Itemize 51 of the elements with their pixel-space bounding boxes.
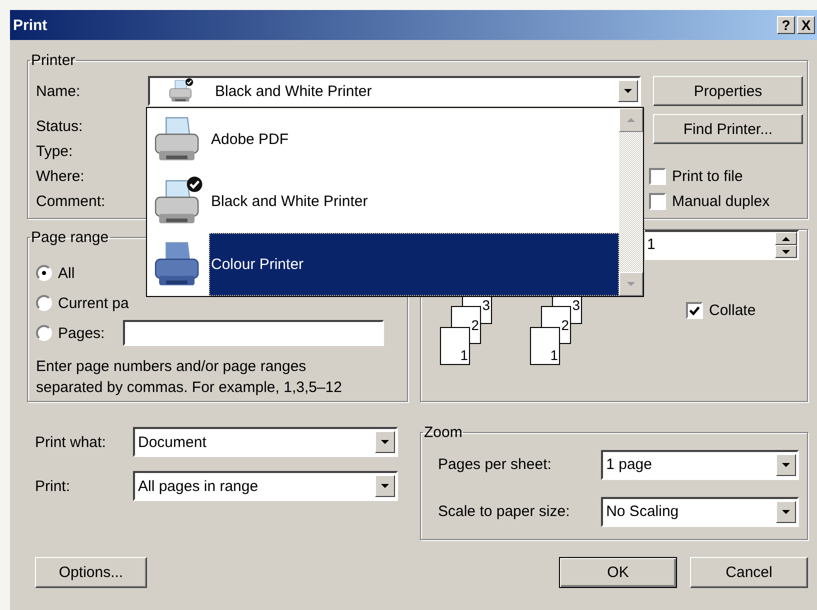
options-button[interactable]: Options... — [35, 557, 147, 588]
page-sheet: 1 — [530, 327, 560, 365]
field-label: Where: — [36, 167, 84, 187]
copies-spin-field[interactable]: 1 — [645, 230, 799, 260]
radio-label: Pages: — [58, 324, 105, 342]
group-label: Printer — [30, 52, 76, 69]
scroll-up-button[interactable] — [619, 108, 643, 132]
field-label: Comment: — [36, 192, 106, 212]
checkbox[interactable] — [686, 302, 703, 319]
dialog-button[interactable]: Cancel — [690, 557, 808, 588]
dialog-button[interactable]: OK — [559, 557, 677, 588]
printer-icon — [168, 78, 194, 104]
spin-down-button[interactable] — [775, 245, 797, 258]
help-text: Enter page numbers and/or page ranges separated by commas. For example, 1,3,5–12 — [36, 357, 343, 398]
find-printer-button[interactable]: Find Printer... — [653, 114, 803, 144]
field-label: Type: — [36, 142, 73, 162]
field-label: Name: — [36, 82, 82, 100]
dropdown[interactable]: All pages in range — [133, 471, 398, 501]
dropdown[interactable]: 1 page — [601, 450, 799, 480]
check-icon — [688, 304, 701, 317]
printer-list-item[interactable]: Adobe PDF — [147, 108, 619, 171]
checkbox-label: Manual duplex — [672, 193, 770, 210]
pages-input-field[interactable] — [122, 320, 384, 346]
scroll-down-button[interactable] — [619, 272, 643, 296]
page-sheet: 1 — [440, 327, 470, 365]
radio-button[interactable] — [36, 295, 52, 311]
checkbox-label: Collate — [709, 302, 756, 319]
radio-button[interactable] — [36, 325, 52, 341]
group-label: Page range — [30, 229, 110, 246]
scrollbar[interactable] — [619, 108, 643, 296]
close-button[interactable]: X — [797, 16, 815, 34]
field-label: Status: — [36, 117, 83, 137]
checkbox[interactable] — [649, 193, 666, 210]
radio-label: All — [58, 264, 75, 282]
checkbox-label: Print to file — [672, 168, 743, 185]
dropdown[interactable]: No Scaling — [601, 496, 799, 526]
spin-up-button[interactable] — [775, 232, 797, 245]
window-title: Print — [12, 16, 48, 34]
field-label: Print: — [35, 478, 72, 494]
properties-button[interactable]: Properties — [653, 76, 803, 106]
field-label: Pages per sheet: — [437, 456, 552, 473]
help-button[interactable]: ? — [777, 16, 795, 34]
field-label: Scale to paper size: — [437, 503, 571, 520]
dropdown[interactable]: Document — [133, 427, 398, 457]
printer-dropdown[interactable]: Black and White Printer — [148, 76, 641, 106]
radio-label: Current pa — [58, 294, 129, 312]
checkbox[interactable] — [649, 168, 666, 185]
printer-list-item[interactable]: Black and White Printer — [147, 170, 619, 234]
group-label: Zoom — [423, 424, 464, 441]
radio-button[interactable] — [36, 265, 52, 281]
field-label: Print what: — [35, 434, 107, 450]
